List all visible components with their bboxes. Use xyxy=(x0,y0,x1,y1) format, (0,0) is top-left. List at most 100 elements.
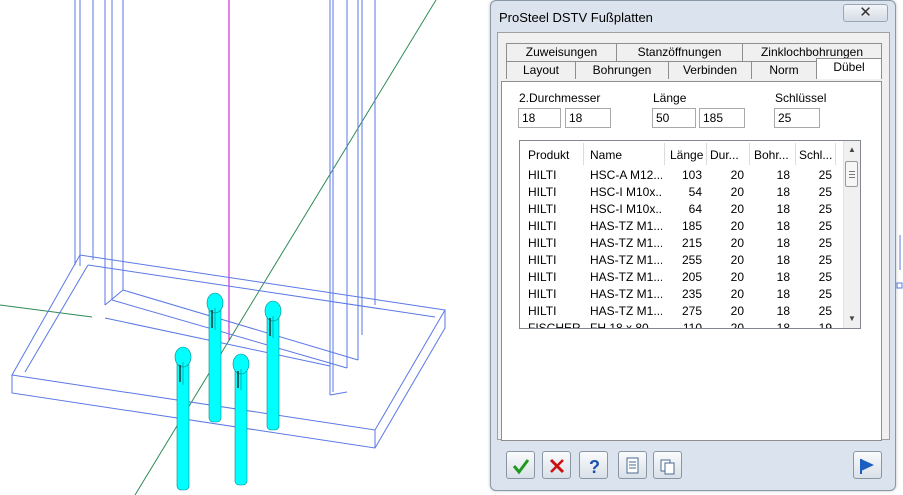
cell-durchmesser: 20 xyxy=(730,304,744,318)
cell-bohrung: 18 xyxy=(776,287,790,301)
red-x-icon xyxy=(549,458,565,474)
question-icon: ? xyxy=(589,457,600,476)
cell-produkt: HILTI xyxy=(528,185,557,199)
cell-name: HSC-I M10x... xyxy=(590,185,662,199)
cell-name: FH 18 x 80... xyxy=(590,321,659,329)
cell-laenge: 64 xyxy=(688,202,702,216)
tab-stanzoeffnungen[interactable]: Stanzöffnungen xyxy=(616,43,743,61)
cell-schluessel: 25 xyxy=(818,168,832,182)
cell-durchmesser: 20 xyxy=(730,202,744,216)
schluessel-field[interactable]: 25 xyxy=(774,108,820,128)
viewport-edge-marks xyxy=(896,235,903,289)
cell-schluessel: 25 xyxy=(818,185,832,199)
apply-button[interactable] xyxy=(853,451,882,479)
cell-bohrung: 18 xyxy=(776,202,790,216)
help-button[interactable]: ? xyxy=(579,451,608,479)
table-row[interactable]: HILTI HAS-TZ M1... 255 20 18 25 xyxy=(520,252,847,269)
table-row[interactable]: HILTI HSC-I M10x... 64 20 18 25 xyxy=(520,201,847,218)
laenge-2-field[interactable]: 185 xyxy=(699,108,745,128)
cell-bohrung: 18 xyxy=(776,270,790,284)
cell-schluessel: 25 xyxy=(818,304,832,318)
dowel-4 xyxy=(232,353,250,486)
cell-produkt: HILTI xyxy=(528,202,557,216)
table-row[interactable]: FISCHER FH 18 x 80... 110 20 18 19 xyxy=(520,320,847,329)
cell-produkt: HILTI xyxy=(528,253,557,267)
tab-verbinden[interactable]: Verbinden xyxy=(668,61,752,79)
col-durchmesser[interactable]: Dur... xyxy=(710,148,748,162)
cell-schluessel: 25 xyxy=(818,202,832,216)
scroll-down-icon[interactable]: ▼ xyxy=(844,311,860,327)
cell-bohrung: 18 xyxy=(776,321,790,329)
laenge-1-field[interactable]: 50 xyxy=(652,108,696,128)
cell-laenge: 255 xyxy=(681,253,702,267)
cell-name: HAS-TZ M1... xyxy=(590,270,662,284)
cell-bohrung: 18 xyxy=(776,236,790,250)
checkmark-icon xyxy=(512,459,530,475)
cell-name: HSC-I M10x... xyxy=(590,202,662,216)
tab-zuweisungen[interactable]: Zuweisungen xyxy=(506,43,617,61)
durchmesser-1-field[interactable]: 18 xyxy=(518,108,561,128)
scroll-up-icon[interactable]: ▲ xyxy=(844,142,860,158)
cell-laenge: 185 xyxy=(681,219,702,233)
col-schluessel[interactable]: Schl... xyxy=(799,148,833,162)
tab-duebel[interactable]: Dübel xyxy=(816,58,882,79)
scroll-thumb[interactable] xyxy=(845,161,858,187)
cell-laenge: 110 xyxy=(682,321,702,329)
cell-durchmesser: 20 xyxy=(730,168,744,182)
cell-name: HAS-TZ M1... xyxy=(590,253,662,267)
list-header: Produkt Name Länge Dur... Bohr... Schl..… xyxy=(520,141,847,167)
durchmesser-2-field[interactable]: 18 xyxy=(565,108,611,128)
cell-laenge: 54 xyxy=(688,185,702,199)
cell-laenge: 215 xyxy=(681,236,702,250)
svg-text:?: ? xyxy=(589,457,600,476)
col-laenge[interactable]: Länge xyxy=(670,148,705,162)
col-produkt[interactable]: Produkt xyxy=(528,148,583,162)
cell-schluessel: 25 xyxy=(818,219,832,233)
cell-durchmesser: 20 xyxy=(730,270,744,284)
table-row[interactable]: HILTI HSC-A M12... 103 20 18 25 xyxy=(520,167,847,184)
ok-button[interactable] xyxy=(506,451,535,479)
cell-produkt: HILTI xyxy=(528,236,557,250)
tab-norm[interactable]: Norm xyxy=(751,61,817,79)
tab-layout[interactable]: Layout xyxy=(506,61,576,79)
document-icon xyxy=(626,457,639,474)
duebel-list[interactable]: Produkt Name Länge Dur... Bohr... Schl..… xyxy=(519,140,861,329)
dowel-1 xyxy=(174,346,192,491)
list-scrollbar[interactable]: ▲ ▼ xyxy=(843,141,860,328)
cell-name: HAS-TZ M1... xyxy=(590,219,662,233)
cell-bohrung: 18 xyxy=(776,185,790,199)
cell-schluessel: 25 xyxy=(818,253,832,267)
cell-laenge: 235 xyxy=(681,287,702,301)
document-button[interactable] xyxy=(618,451,647,479)
cell-produkt: HILTI xyxy=(528,168,557,182)
cell-laenge: 205 xyxy=(681,270,702,284)
cell-bohrung: 18 xyxy=(776,304,790,318)
cell-produkt: HILTI xyxy=(528,219,557,233)
table-row[interactable]: HILTI HAS-TZ M1... 205 20 18 25 xyxy=(520,269,847,286)
dialog-titlebar[interactable]: ProSteel DSTV Fußplatten ✕ xyxy=(491,1,895,33)
cell-name: HAS-TZ M1... xyxy=(590,287,662,301)
cell-produkt: HILTI xyxy=(528,270,557,284)
table-row[interactable]: HILTI HAS-TZ M1... 275 20 18 25 xyxy=(520,303,847,320)
cancel-button[interactable] xyxy=(542,451,571,479)
cell-name: HAS-TZ M1... xyxy=(590,236,662,250)
cell-name: HSC-A M12... xyxy=(590,168,662,182)
cell-durchmesser: 20 xyxy=(730,321,744,329)
table-row[interactable]: HILTI HAS-TZ M1... 185 20 18 25 xyxy=(520,218,847,235)
cell-laenge: 103 xyxy=(681,168,702,182)
col-bohrung[interactable]: Bohr... xyxy=(754,148,794,162)
close-icon: ✕ xyxy=(859,4,872,21)
tab-bohrungen[interactable]: Bohrungen xyxy=(575,61,669,79)
cell-produkt: HILTI xyxy=(528,304,557,318)
table-row[interactable]: HILTI HAS-TZ M1... 235 20 18 25 xyxy=(520,286,847,303)
table-row[interactable]: HILTI HSC-I M10x... 54 20 18 25 xyxy=(520,184,847,201)
copy-button[interactable] xyxy=(653,451,682,479)
cell-durchmesser: 20 xyxy=(730,253,744,267)
cell-bohrung: 18 xyxy=(776,168,790,182)
cell-durchmesser: 20 xyxy=(730,219,744,233)
cell-schluessel: 25 xyxy=(818,270,832,284)
table-row[interactable]: HILTI HAS-TZ M1... 215 20 18 25 xyxy=(520,235,847,252)
col-name[interactable]: Name xyxy=(590,148,662,162)
cell-produkt: HILTI xyxy=(528,287,557,301)
close-button[interactable]: ✕ xyxy=(843,4,888,22)
